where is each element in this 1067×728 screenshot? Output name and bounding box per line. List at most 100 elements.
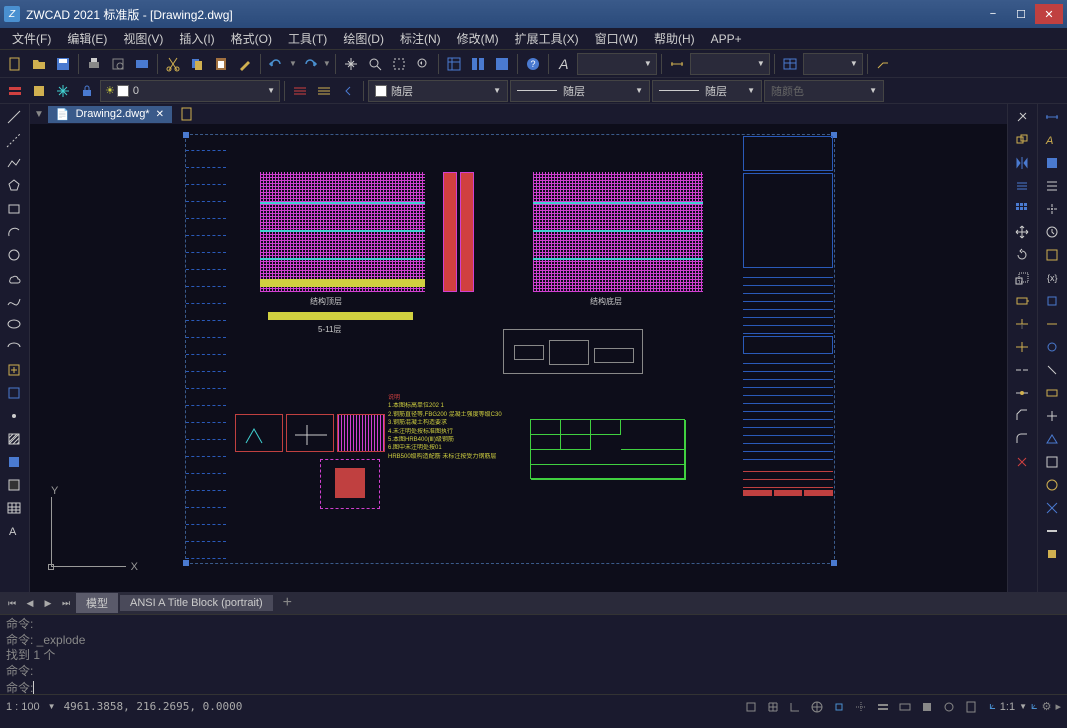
chamfer-icon[interactable] — [1010, 405, 1034, 427]
design-center-icon[interactable] — [467, 53, 489, 75]
ucs-3d2-icon[interactable]: ⟀ — [1031, 700, 1038, 713]
zoom-previous-icon[interactable] — [412, 53, 434, 75]
model-toggle-icon[interactable] — [917, 698, 937, 716]
tab-layout1[interactable]: ANSI A Title Block (portrait) — [120, 595, 273, 611]
minimize-button[interactable]: − — [979, 4, 1007, 24]
properties-icon[interactable] — [443, 53, 465, 75]
distance-icon[interactable] — [1040, 106, 1064, 128]
textstyle-dropdown[interactable]: ▼ — [577, 53, 657, 75]
pan-icon[interactable] — [340, 53, 362, 75]
lwt-toggle-icon[interactable] — [873, 698, 893, 716]
mirror-icon[interactable] — [1010, 152, 1034, 174]
status-iso[interactable]: 1:1 — [1000, 701, 1015, 713]
tab-first-icon[interactable]: ⏮ — [4, 595, 20, 611]
layer-dropdown[interactable]: ☀ 0 ▼ — [100, 80, 280, 102]
move-icon[interactable] — [1010, 221, 1034, 243]
tab-add[interactable]: + — [275, 592, 300, 614]
dyn-toggle-icon[interactable] — [895, 698, 915, 716]
insert-block-icon[interactable] — [2, 359, 26, 381]
ellipse-icon[interactable] — [2, 313, 26, 335]
print-icon[interactable] — [83, 53, 105, 75]
qp-toggle-icon[interactable] — [961, 698, 981, 716]
mleader-icon[interactable] — [872, 53, 894, 75]
menu-edit[interactable]: 编辑(E) — [59, 28, 115, 49]
area-icon[interactable]: A — [1040, 129, 1064, 151]
expand-icon[interactable]: ▸ — [1055, 700, 1061, 713]
save-icon[interactable] — [52, 53, 74, 75]
menu-draw[interactable]: 绘图(D) — [335, 28, 392, 49]
hatch-icon[interactable] — [2, 428, 26, 450]
copy-icon[interactable] — [186, 53, 208, 75]
menu-window[interactable]: 窗口(W) — [587, 28, 646, 49]
linetype-dropdown[interactable]: 随层 ▼ — [510, 80, 650, 102]
offset-icon[interactable] — [1010, 175, 1034, 197]
osnap-toggle-icon[interactable] — [829, 698, 849, 716]
aux14-icon[interactable] — [1040, 405, 1064, 427]
menu-help[interactable]: 帮助(H) — [646, 28, 703, 49]
tab-next-icon[interactable]: ▶ — [40, 595, 56, 611]
plotstyle-dropdown[interactable]: 随颜色 ▼ — [764, 80, 884, 102]
maximize-button[interactable]: ☐ — [1007, 4, 1035, 24]
new-tab-icon[interactable] — [176, 104, 198, 125]
fillet-icon[interactable] — [1010, 428, 1034, 450]
print-preview-icon[interactable] — [107, 53, 129, 75]
extend-icon[interactable] — [1010, 336, 1034, 358]
ucs-3d-icon[interactable]: ⟀ — [989, 700, 996, 713]
aux10-icon[interactable] — [1040, 313, 1064, 335]
aux17-icon[interactable] — [1040, 474, 1064, 496]
menu-tools[interactable]: 工具(T) — [280, 28, 335, 49]
cycle-toggle-icon[interactable] — [939, 698, 959, 716]
tab-last-icon[interactable]: ⏭ — [58, 595, 74, 611]
command-input[interactable] — [38, 681, 1061, 694]
drawing-canvas[interactable]: Y X 结构顶层 — [30, 124, 1007, 592]
command-window[interactable]: 命令: 命令: _explode 找到 1 个 命令: 命令: — [0, 614, 1067, 694]
aux13-icon[interactable] — [1040, 382, 1064, 404]
join-icon[interactable] — [1010, 382, 1034, 404]
menu-view[interactable]: 视图(V) — [115, 28, 171, 49]
open-icon[interactable] — [28, 53, 50, 75]
ortho-toggle-icon[interactable] — [785, 698, 805, 716]
aux12-icon[interactable] — [1040, 359, 1064, 381]
layer-iso-icon[interactable] — [289, 80, 311, 102]
stretch-icon[interactable] — [1010, 290, 1034, 312]
doc-tab-close[interactable]: ✕ — [156, 109, 164, 120]
circle-icon[interactable] — [2, 244, 26, 266]
polar-toggle-icon[interactable] — [807, 698, 827, 716]
tablestyle-dropdown[interactable]: ▼ — [803, 53, 863, 75]
layer-freeze-icon[interactable] — [52, 80, 74, 102]
rectangle-icon[interactable] — [2, 198, 26, 220]
otrack-toggle-icon[interactable] — [851, 698, 871, 716]
status-arrow[interactable]: ▼ — [48, 702, 56, 711]
aux16-icon[interactable] — [1040, 451, 1064, 473]
scale-icon[interactable] — [1010, 267, 1034, 289]
gear-icon[interactable]: ⚙ — [1042, 700, 1052, 713]
tool-palettes-icon[interactable] — [491, 53, 513, 75]
menu-file[interactable]: 文件(F) — [4, 28, 59, 49]
menu-extend[interactable]: 扩展工具(X) — [507, 28, 587, 49]
ellipse-arc-icon[interactable] — [2, 336, 26, 358]
line-icon[interactable] — [2, 106, 26, 128]
copy-obj-icon[interactable] — [1010, 129, 1034, 151]
tab-model[interactable]: 模型 — [76, 593, 118, 613]
document-tab[interactable]: 📄 Drawing2.dwg* ✕ — [48, 106, 172, 123]
publish-icon[interactable] — [131, 53, 153, 75]
zoom-window-icon[interactable] — [388, 53, 410, 75]
setvar-icon[interactable]: {x} — [1040, 267, 1064, 289]
cut-icon[interactable] — [162, 53, 184, 75]
id-point-icon[interactable] — [1040, 198, 1064, 220]
list-icon[interactable] — [1040, 175, 1064, 197]
menu-app[interactable]: APP+ — [703, 30, 750, 48]
mtext-icon[interactable]: A — [2, 520, 26, 542]
point-icon[interactable] — [2, 405, 26, 427]
tablestyle-icon[interactable] — [779, 53, 801, 75]
snap-toggle-icon[interactable] — [741, 698, 761, 716]
frame-handle[interactable] — [183, 132, 189, 138]
lineweight-dropdown[interactable]: 随层 ▼ — [652, 80, 762, 102]
help-icon[interactable]: ? — [522, 53, 544, 75]
time-icon[interactable] — [1040, 221, 1064, 243]
redo-icon[interactable] — [299, 53, 321, 75]
aux19-icon[interactable] — [1040, 520, 1064, 542]
status-scale[interactable]: 1 : 100 — [6, 701, 40, 713]
status-icon[interactable] — [1040, 244, 1064, 266]
arc-icon[interactable] — [2, 221, 26, 243]
